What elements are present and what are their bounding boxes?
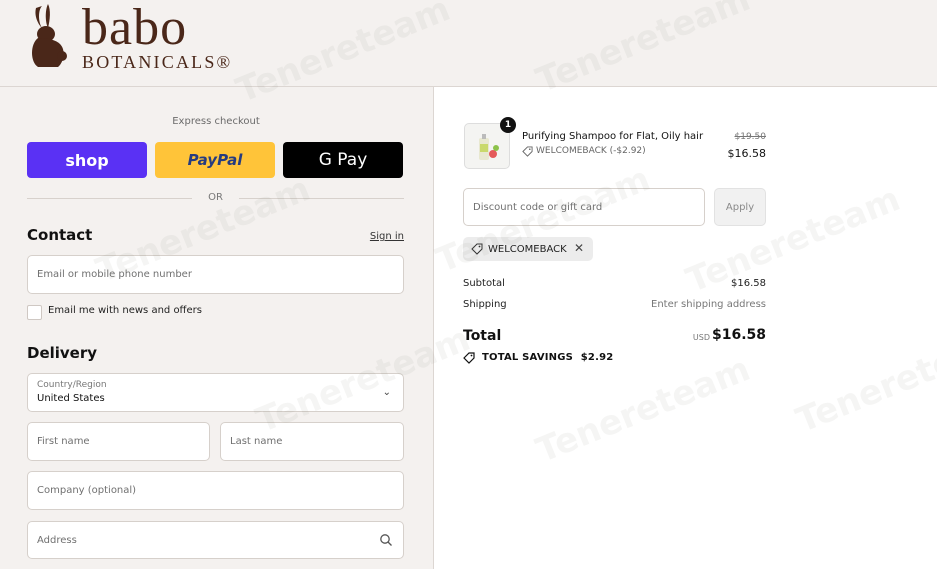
total-value: $16.58 (711, 327, 766, 343)
email-field[interactable]: Email or mobile phone number (27, 255, 404, 294)
rabbit-logo-icon (32, 4, 67, 67)
express-checkout-label: Express checkout (172, 116, 260, 127)
quantity-badge: 1 (500, 117, 516, 133)
delivery-heading: Delivery (27, 344, 98, 362)
paypal-label: PayPal (187, 151, 243, 169)
brand-logo[interactable]: babo BOTANICALS® (28, 0, 248, 74)
subtotal-label: Subtotal (463, 278, 505, 289)
country-select[interactable]: Country/Region United States ⌄ (27, 373, 404, 412)
tag-icon (522, 146, 533, 157)
header: babo BOTANICALS® (0, 0, 937, 87)
divider-line (239, 198, 404, 199)
applied-code: WELCOMEBACK (488, 243, 567, 255)
last-name-placeholder: Last name (230, 436, 283, 447)
email-placeholder: Email or mobile phone number (37, 269, 192, 280)
first-name-placeholder: First name (37, 436, 90, 447)
remove-discount-icon[interactable]: ✕ (574, 241, 584, 255)
apply-label: Apply (725, 201, 755, 213)
checkout-form: Express checkout shop PayPal G Pay OR Co… (0, 87, 432, 569)
first-name-field[interactable]: First name (27, 422, 210, 461)
shop-pay-label: shop (65, 150, 109, 170)
product-price: $16.58 (727, 147, 767, 160)
currency-code: USD (692, 333, 710, 342)
search-icon (380, 534, 392, 546)
company-field[interactable]: Company (optional) (27, 471, 404, 510)
contact-heading: Contact (27, 226, 93, 244)
address-placeholder: Address (37, 534, 77, 546)
address-field[interactable]: Address (27, 521, 404, 559)
shop-pay-button[interactable]: shop (27, 142, 147, 178)
brand-subtitle: BOTANICALS® (82, 52, 233, 72)
or-divider: OR (27, 191, 404, 205)
country-value: United States (37, 393, 105, 404)
subtotal-value: $16.58 (731, 278, 766, 289)
savings-value: $2.92 (580, 352, 614, 363)
total-label: Total (463, 328, 502, 344)
google-pay-button[interactable]: G Pay (283, 142, 403, 178)
savings-label: TOTAL SAVINGS (482, 352, 574, 363)
news-label: Email me with news and offers (48, 305, 202, 316)
shipping-value: Enter shipping address (651, 299, 766, 310)
discount-placeholder: Discount code or gift card (473, 201, 603, 213)
news-checkbox[interactable] (27, 305, 42, 320)
sign-in-link[interactable]: Sign in (370, 231, 404, 242)
brand-name: babo (82, 0, 188, 56)
savings-tag-icon (463, 352, 475, 364)
product-name: Purifying Shampoo for Flat, Oily hair (522, 131, 704, 142)
country-label: Country/Region (37, 380, 107, 390)
company-placeholder: Company (optional) (37, 485, 137, 496)
shipping-label: Shipping (463, 299, 507, 310)
order-summary: 1 Purifying Shampoo for Flat, Oily hair … (433, 87, 937, 569)
tag-icon (471, 243, 483, 255)
original-price: $19.50 (734, 132, 767, 142)
paypal-button[interactable]: PayPal (155, 142, 275, 178)
last-name-field[interactable]: Last name (220, 422, 404, 461)
apply-button[interactable]: Apply (714, 188, 766, 226)
product-discount: WELCOMEBACK (-$2.92) (536, 146, 646, 156)
chevron-down-icon: ⌄ (382, 387, 391, 398)
discount-code-field[interactable]: Discount code or gift card (463, 188, 705, 226)
google-pay-label: G Pay (318, 150, 368, 170)
total-savings: TOTAL SAVINGS $2.92 (482, 352, 613, 363)
applied-discount-chip: WELCOMEBACK ✕ (463, 237, 593, 261)
